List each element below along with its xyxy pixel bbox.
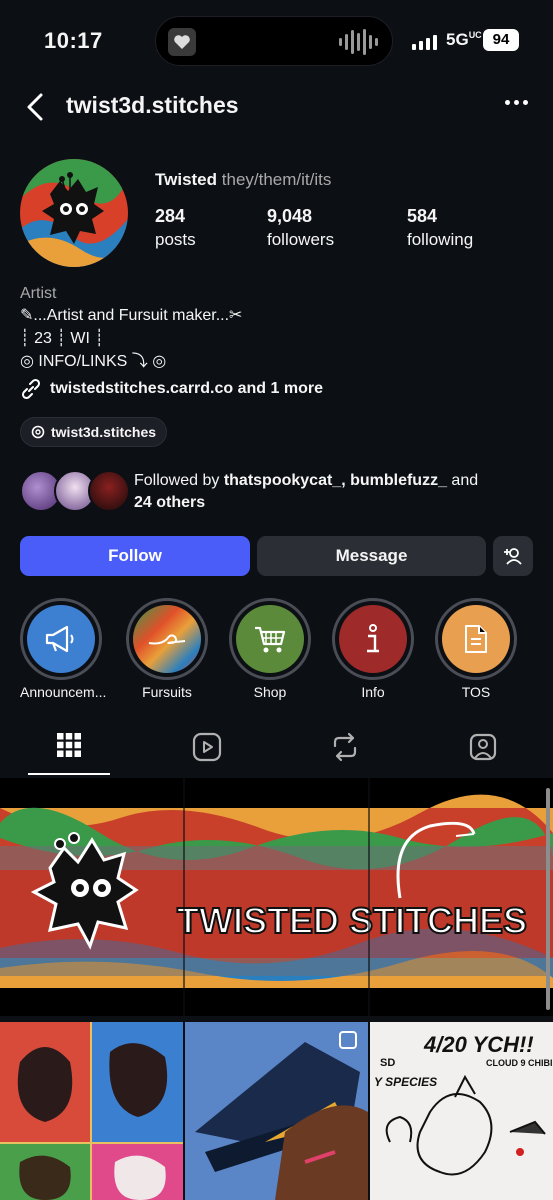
banner-post[interactable]: TWISTED STITCHES: [0, 778, 553, 1016]
more-options-button[interactable]: [505, 100, 528, 105]
grid-icon: [57, 733, 81, 757]
bio-line: ┊ 23 ┊ WI ┊: [20, 330, 105, 347]
megaphone-icon: [27, 605, 95, 673]
message-button[interactable]: Message: [257, 536, 486, 576]
document-icon: [442, 605, 510, 673]
followed-by-avatars[interactable]: [20, 470, 130, 512]
follow-button[interactable]: Follow: [20, 536, 250, 576]
profile-category: Artist: [20, 285, 57, 302]
post-ych-sd: SD: [380, 1057, 395, 1069]
bio-line: ✎...Artist and Fursuit maker...✂: [20, 307, 243, 324]
page-title: twist3d.stitches: [66, 92, 239, 118]
carousel-icon: [339, 1031, 357, 1049]
reposts-icon: [333, 732, 357, 762]
profile-link[interactable]: twistedstitches.carrd.co and 1 more: [20, 378, 323, 400]
highlight-label: Info: [361, 684, 385, 700]
pronouns: they/them/it/its: [221, 170, 332, 189]
highlight-tos[interactable]: TOS: [435, 598, 517, 700]
info-icon: [339, 605, 407, 673]
back-button[interactable]: [24, 92, 48, 122]
highlight-label: Fursuits: [142, 684, 192, 700]
post-thumbnail[interactable]: [0, 1022, 183, 1200]
dynamic-island: [155, 16, 393, 66]
posts-stat: 284 posts: [155, 206, 196, 249]
avatar: [88, 470, 130, 512]
tab-reposts[interactable]: [305, 732, 385, 776]
tab-tagged[interactable]: [443, 732, 523, 776]
post-ych-cloud: CLOUD 9 CHIBI: [486, 1058, 553, 1068]
post-grid-row: TWISTED STITCHES: [0, 778, 553, 1016]
signal-icon: [412, 34, 437, 50]
status-time: 10:17: [44, 28, 103, 53]
avatar[interactable]: [20, 159, 128, 267]
followed-by-text[interactable]: Followed by thatspookycat_, bumblefuzz_ …: [134, 470, 534, 514]
battery-icon: 94: [483, 29, 519, 51]
audio-wave-icon: [339, 29, 378, 55]
post-thumbnail[interactable]: 4/20 YCH!! SD CLOUD 9 CHIBI Y SPECIES: [370, 1022, 553, 1200]
add-user-button[interactable]: [493, 536, 533, 576]
reels-icon: [192, 732, 222, 762]
highlight-label: Announcem...: [20, 684, 107, 700]
tab-grid[interactable]: [29, 732, 109, 776]
highlight-info[interactable]: Info: [332, 598, 414, 700]
shopping-cart-icon: [236, 605, 304, 673]
post-ych-species: Y SPECIES: [374, 1075, 437, 1089]
heart-icon: [168, 28, 196, 56]
highlight-label: Shop: [253, 684, 287, 700]
threads-icon: [31, 425, 45, 439]
post-thumbnail[interactable]: [185, 1022, 368, 1200]
active-tab-indicator: [28, 773, 110, 775]
highlight-label: TOS: [461, 684, 491, 700]
network-label: 5GUC: [446, 30, 482, 49]
highlight-shop[interactable]: Shop: [229, 598, 311, 700]
threads-badge[interactable]: twist3d.stitches: [20, 417, 168, 447]
followers-stat[interactable]: 9,048 followers: [267, 205, 334, 251]
banner-title: TWISTED STITCHES: [177, 900, 527, 941]
link-icon: [21, 378, 41, 400]
highlight-announcements[interactable]: Announcem...: [20, 598, 107, 700]
tab-reels[interactable]: [167, 732, 247, 776]
thread-swirl-icon: [133, 605, 201, 673]
following-stat[interactable]: 584 following: [407, 205, 473, 251]
tagged-icon: [469, 733, 497, 761]
profile-name-line: Twisted they/them/it/its: [155, 170, 331, 190]
chevron-left-icon: [27, 93, 43, 121]
post-ych-title: 4/20 YCH!!: [423, 1032, 534, 1057]
scrollbar[interactable]: [546, 788, 550, 1010]
bio-line: ◎ INFO/LINKS ⤵ ◎: [20, 353, 167, 370]
display-name: Twisted: [155, 170, 218, 189]
highlight-fursuits[interactable]: Fursuits: [126, 598, 208, 700]
add-user-icon: [504, 548, 522, 565]
